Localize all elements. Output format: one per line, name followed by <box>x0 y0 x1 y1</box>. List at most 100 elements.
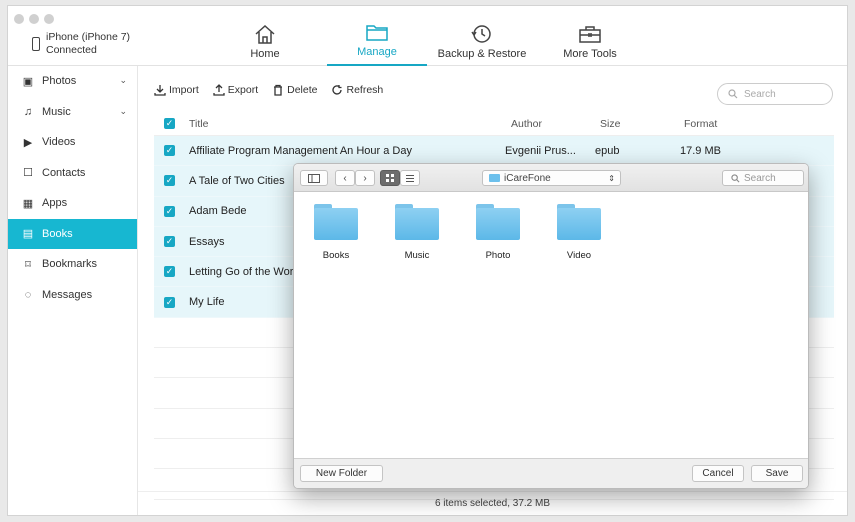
refresh-button[interactable]: Refresh <box>331 84 383 96</box>
status-bar: 6 items selected, 37.2 MB <box>138 491 847 515</box>
chevron-right-icon: › <box>363 172 367 184</box>
contacts-icon: ☐ <box>23 167 33 180</box>
nav-tab-manage-label: Manage <box>357 46 397 58</box>
folder-books[interactable]: Books <box>306 204 366 261</box>
selection-summary: 6 items selected, 37.2 MB <box>434 498 551 509</box>
music-icon: ♫ <box>23 105 33 118</box>
cancel-button[interactable]: Cancel <box>692 465 744 482</box>
save-label: Save <box>765 468 789 479</box>
home-icon <box>255 24 275 44</box>
sidebar-toggle-icon <box>308 173 320 183</box>
folder-icon <box>489 174 500 182</box>
save-button[interactable]: Save <box>751 465 803 482</box>
trash-icon <box>274 84 283 96</box>
nav-tab-backup[interactable]: Backup & Restore <box>436 6 528 66</box>
cancel-label: Cancel <box>702 468 734 479</box>
folder-music[interactable]: Music <box>387 204 447 261</box>
import-button[interactable]: Import <box>154 84 199 96</box>
select-all-checkbox[interactable]: ✓ <box>164 118 175 129</box>
dialog-toolbar: ‹ › iCareFone ⇕ Search <box>294 164 808 192</box>
row-checkbox[interactable]: ✓ <box>164 266 175 278</box>
row-checkbox[interactable]: ✓ <box>164 205 175 217</box>
sidebar-item-label: Books <box>42 227 73 240</box>
dialog-button-bar: New Folder Cancel Save <box>294 458 808 488</box>
sidebar-item-videos[interactable]: ▶ Videos <box>8 127 137 158</box>
books-toolbar: Import Export Delete Refresh <box>154 84 383 96</box>
icon-view-button[interactable] <box>380 170 400 186</box>
import-label: Import <box>169 84 199 96</box>
bookmark-icon: ⌑ <box>25 258 31 271</box>
save-dialog: ‹ › iCareFone ⇕ Search Books Music Photo… <box>293 163 809 489</box>
row-checkbox[interactable]: ✓ <box>164 236 175 248</box>
folder-label: Video <box>566 250 592 261</box>
delete-button[interactable]: Delete <box>272 84 317 96</box>
sidebar-item-label: Contacts <box>42 166 86 179</box>
list-icon <box>406 174 414 182</box>
search-placeholder: Search <box>744 88 776 100</box>
list-view-button[interactable] <box>400 170 420 186</box>
folder-video[interactable]: Video <box>549 204 609 261</box>
export-label: Export <box>227 84 259 96</box>
sidebar-item-label: Music <box>42 105 71 118</box>
column-format[interactable]: Format <box>684 118 717 130</box>
column-size[interactable]: Size <box>600 118 684 130</box>
sidebar-item-books[interactable]: ▤ Books <box>8 218 137 249</box>
minimize-window-button[interactable] <box>29 14 39 24</box>
row-checkbox[interactable]: ✓ <box>164 296 175 308</box>
folder-icon <box>557 204 601 240</box>
sidebar-item-music[interactable]: ♫ Music ⌄ <box>8 97 137 128</box>
back-button[interactable]: ‹ <box>335 170 355 186</box>
nav-tab-more-tools[interactable]: More Tools <box>556 6 624 66</box>
videos-icon: ▶ <box>23 136 33 149</box>
toolbox-icon <box>579 26 601 43</box>
nav-tab-more-tools-label: More Tools <box>563 48 617 60</box>
refresh-icon <box>332 85 343 95</box>
chevron-down-icon[interactable]: ⌄ <box>119 106 127 117</box>
column-title[interactable]: Title <box>189 118 511 130</box>
new-folder-button[interactable]: New Folder <box>300 465 383 482</box>
messages-icon: ◌ <box>24 288 32 301</box>
sidebar-item-photos[interactable]: ▣ Photos ⌄ <box>8 66 137 97</box>
sidebar-item-messages[interactable]: ◌ Messages <box>8 280 137 311</box>
column-author[interactable]: Author <box>511 118 600 130</box>
device-status: Connected <box>46 44 97 56</box>
import-icon <box>154 85 166 96</box>
location-popup[interactable]: iCareFone ⇕ <box>482 170 621 186</box>
folder-icon <box>366 25 388 41</box>
search-icon <box>731 173 740 182</box>
sidebar-toggle-button[interactable] <box>300 170 328 186</box>
folder-label: Books <box>322 250 350 261</box>
nav-tab-manage[interactable]: Manage <box>327 6 427 66</box>
sidebar-item-label: Messages <box>42 288 93 301</box>
folder-icon <box>476 204 520 240</box>
restore-icon <box>471 25 491 43</box>
sidebar-item-bookmarks[interactable]: ⌑ Bookmarks <box>8 249 137 280</box>
zoom-window-button[interactable] <box>44 14 54 24</box>
table-row[interactable]: ✓ Affiliate Program Management An Hour a… <box>154 136 834 167</box>
sidebar-item-apps[interactable]: ▦ Apps <box>8 188 137 219</box>
export-button[interactable]: Export <box>213 84 258 96</box>
search-input[interactable]: Search <box>717 83 833 105</box>
cell-size: epub <box>595 144 620 157</box>
delete-label: Delete <box>287 84 318 96</box>
cell-format: 17.9 MB <box>680 144 721 157</box>
nav-tab-home[interactable]: Home <box>230 6 300 66</box>
sidebar-item-label: Bookmarks <box>42 258 98 271</box>
sidebar-item-contacts[interactable]: ☐ Contacts <box>8 158 137 189</box>
device-name: iPhone (iPhone 7) <box>46 31 131 43</box>
chevron-left-icon: ‹ <box>343 172 347 184</box>
top-bar: iPhone (iPhone 7) Connected Home Manage … <box>8 6 847 66</box>
sidebar-item-label: Apps <box>42 197 68 210</box>
sidebar-item-label: Videos <box>42 136 76 149</box>
dialog-search-input[interactable]: Search <box>722 170 804 186</box>
row-checkbox[interactable]: ✓ <box>164 145 175 157</box>
folder-icon <box>395 204 439 240</box>
row-checkbox[interactable]: ✓ <box>164 175 175 187</box>
new-folder-label: New Folder <box>315 468 368 479</box>
folder-photo[interactable]: Photo <box>468 204 528 261</box>
chevron-down-icon[interactable]: ⌄ <box>119 75 127 86</box>
forward-button[interactable]: › <box>355 170 375 186</box>
close-window-button[interactable] <box>14 14 24 24</box>
photos-icon: ▣ <box>22 75 34 88</box>
phone-icon <box>32 37 40 51</box>
